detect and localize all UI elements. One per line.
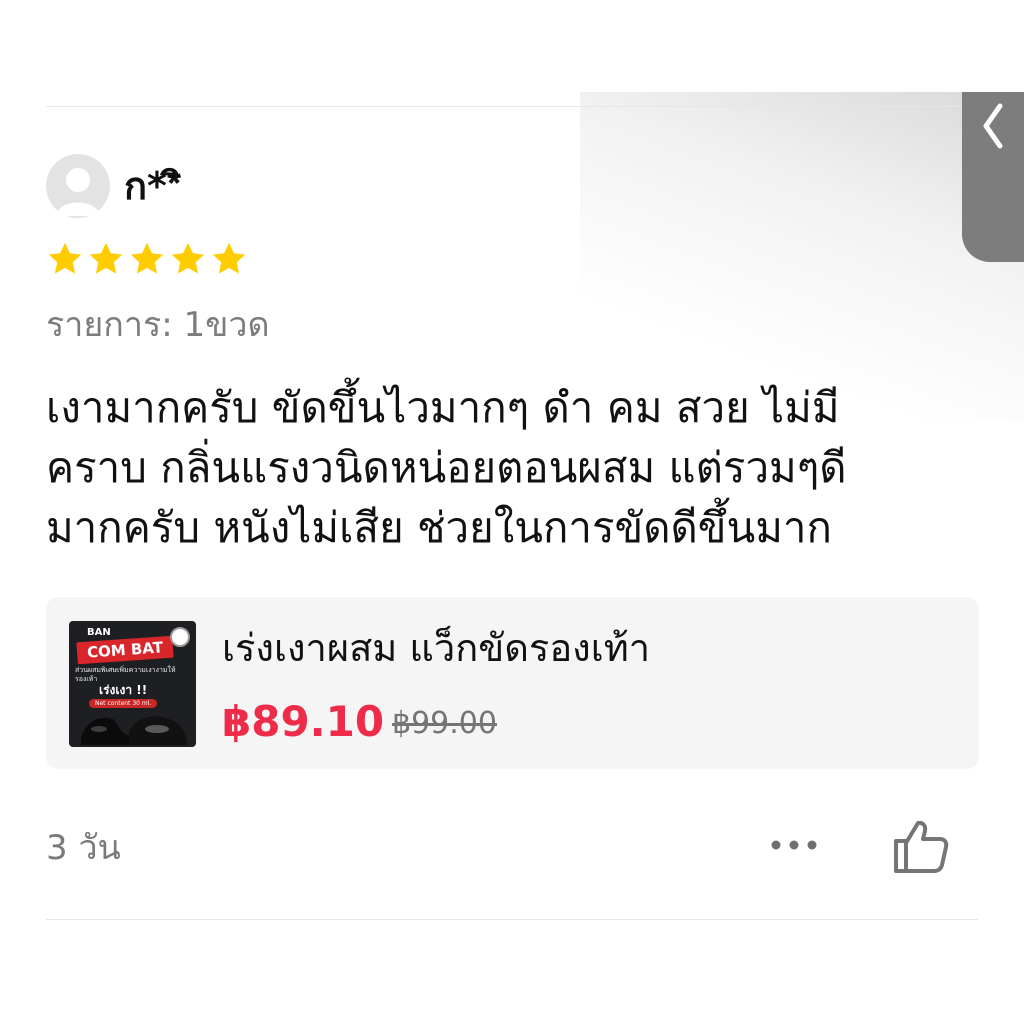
more-options-button[interactable] [764, 830, 824, 860]
star-icon [89, 242, 123, 274]
review-text-line: เงามากครับ ขัดขึ้นไวมากๆ ดำ คม สวย ไม่มี [46, 383, 840, 432]
thumbnail-brand-small: BAN [87, 627, 111, 638]
like-button[interactable] [892, 817, 950, 875]
reviewer-name: ก**ิ [124, 164, 182, 208]
product-thumbnail[interactable]: BAN COM BAT ส่วนผสมพิเศษเพิ่มความเงางามใ… [69, 621, 196, 747]
thumbnail-brand: COM BAT [76, 635, 174, 665]
thumbs-up-icon [894, 820, 949, 873]
shoe-image-icon [81, 716, 187, 745]
star-rating [46, 240, 248, 278]
background-overlay [580, 92, 1024, 422]
ellipsis-icon [771, 840, 817, 850]
review-text-line: คราบ กลิ่นแรงวนิดหน่อยตอนผสม แต่รวมๆดี [46, 443, 847, 492]
star-icon [130, 242, 164, 274]
star-icon [212, 242, 246, 274]
back-button[interactable] [962, 92, 1024, 262]
variation-label: รายการ: 1ขวด [46, 305, 270, 345]
original-price: ฿99.00 [392, 706, 497, 741]
thumbnail-volume: Net content 30 ml. [89, 699, 158, 708]
review-page: ก**ิ รายการ: 1ขวด เงามากครับ ขัดขึ้นไวมา… [0, 0, 1024, 1024]
product-card[interactable]: BAN COM BAT ส่วนผสมพิเศษเพิ่มความเงางามใ… [46, 597, 979, 769]
product-price: ฿89.10 [222, 697, 385, 746]
avatar[interactable] [46, 154, 110, 218]
product-name[interactable]: เร่งเงาผสม แว็กขัดรองเท้า [222, 621, 650, 675]
bottom-divider [46, 919, 978, 920]
review-text-line: มากครับ หนังไม่เสีย ช่วยในการขัดดีขึ้นมา… [46, 503, 832, 552]
chevron-left-icon [983, 103, 1003, 149]
star-icon [48, 242, 82, 274]
review-text: เงามากครับ ขัดขึ้นไวมากๆ ดำ คม สวย ไม่มี… [46, 378, 986, 558]
user-avatar-icon [56, 168, 100, 216]
review-time: 3 วัน [46, 828, 121, 868]
top-divider [46, 106, 978, 107]
star-icon [171, 242, 205, 274]
brand-logo-icon [170, 627, 190, 647]
